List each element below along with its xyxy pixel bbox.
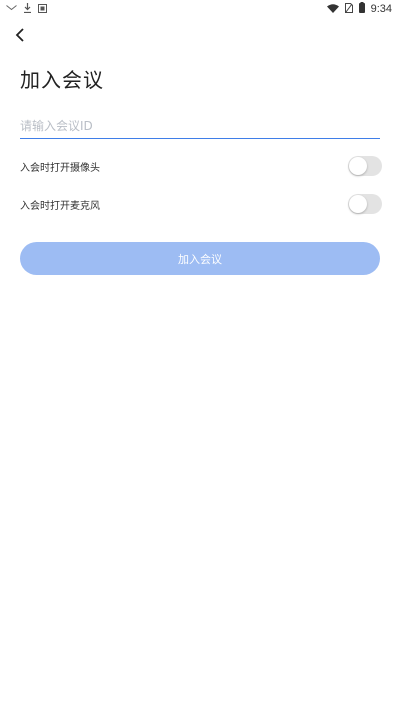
download-icon (23, 3, 32, 16)
microphone-option-row: 入会时打开麦克风 (20, 192, 382, 216)
camera-option-row: 入会时打开摄像头 (20, 154, 382, 178)
microphone-toggle[interactable] (348, 194, 382, 214)
camera-toggle-knob (349, 157, 367, 175)
chevron-left-icon (15, 27, 25, 46)
meeting-id-input[interactable] (20, 114, 380, 139)
join-meeting-button[interactable]: 加入会议 (20, 242, 380, 275)
back-button[interactable] (10, 26, 30, 46)
page-title: 加入会议 (20, 68, 104, 92)
status-bar-right: 9:34 (326, 2, 392, 16)
camera-option-label: 入会时打开摄像头 (20, 162, 100, 174)
microphone-option-label: 入会时打开麦克风 (20, 200, 100, 212)
microphone-toggle-knob (349, 195, 367, 213)
status-time: 9:34 (370, 3, 392, 15)
wifi-icon (326, 3, 339, 16)
camera-toggle[interactable] (348, 156, 382, 176)
battery-icon (358, 2, 365, 16)
mail-icon (6, 3, 17, 16)
status-bar: 9:34 (0, 0, 400, 18)
notification-icon (38, 3, 47, 16)
no-sim-icon (344, 2, 353, 16)
join-meeting-screen: 9:34 加入会议 入会时打开摄像头 入会时打开麦克风 加入会议 (0, 0, 400, 710)
status-bar-left (6, 3, 47, 16)
